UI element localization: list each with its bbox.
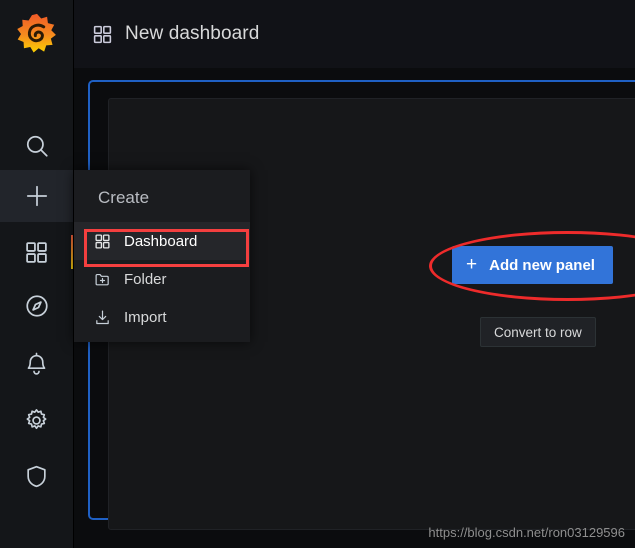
grid-icon: [94, 233, 114, 250]
create-menu-item-label: Import: [124, 308, 167, 326]
add-new-panel-label: Add new panel: [489, 256, 595, 274]
create-menu-item-folder[interactable]: Folder: [74, 260, 250, 298]
create-menu-item-label: Dashboard: [124, 232, 198, 250]
convert-to-row-button[interactable]: Convert to row: [480, 317, 596, 347]
plus-icon: [24, 183, 50, 209]
folder-plus-icon: [94, 271, 114, 288]
grafana-app-window: New dashboard + Add new panel Convert to…: [0, 0, 635, 548]
sidebar-item-server-admin[interactable]: [0, 450, 73, 502]
dashboard-grid-icon: [92, 24, 113, 45]
import-download-icon: [94, 309, 114, 326]
sidebar-item-create[interactable]: [0, 170, 73, 222]
add-new-panel-button[interactable]: + Add new panel: [452, 246, 613, 284]
create-menu-item-dashboard[interactable]: Dashboard: [74, 222, 250, 260]
search-icon: [24, 133, 50, 159]
sidebar-item-configuration[interactable]: [0, 394, 73, 446]
page-title: New dashboard: [125, 23, 260, 44]
create-menu-item-label: Folder: [124, 270, 167, 288]
create-menu-item-import[interactable]: Import: [74, 298, 250, 336]
create-menu-title: Create: [98, 188, 150, 207]
bell-icon: [24, 351, 49, 376]
dashboards-grid-icon: [24, 240, 49, 265]
sidebar-item-search[interactable]: [0, 120, 73, 172]
watermark-text: https://blog.csdn.net/ron03129596: [428, 525, 625, 540]
sidebar-item-explore[interactable]: [0, 280, 73, 332]
gear-icon: [24, 408, 49, 433]
grafana-logo-icon[interactable]: [0, 0, 73, 68]
dashboard-header: New dashboard: [74, 0, 635, 68]
sidebar-item-dashboards[interactable]: [0, 226, 73, 278]
sidebar: [0, 0, 74, 548]
create-dropdown-menu: Create Dashboard Folder Import: [74, 170, 250, 342]
convert-to-row-label: Convert to row: [494, 324, 582, 340]
shield-icon: [24, 464, 49, 489]
compass-icon: [24, 293, 50, 319]
sidebar-active-accent-bar: [71, 235, 73, 269]
sidebar-item-alerting[interactable]: [0, 337, 73, 389]
plus-icon: +: [466, 253, 478, 275]
